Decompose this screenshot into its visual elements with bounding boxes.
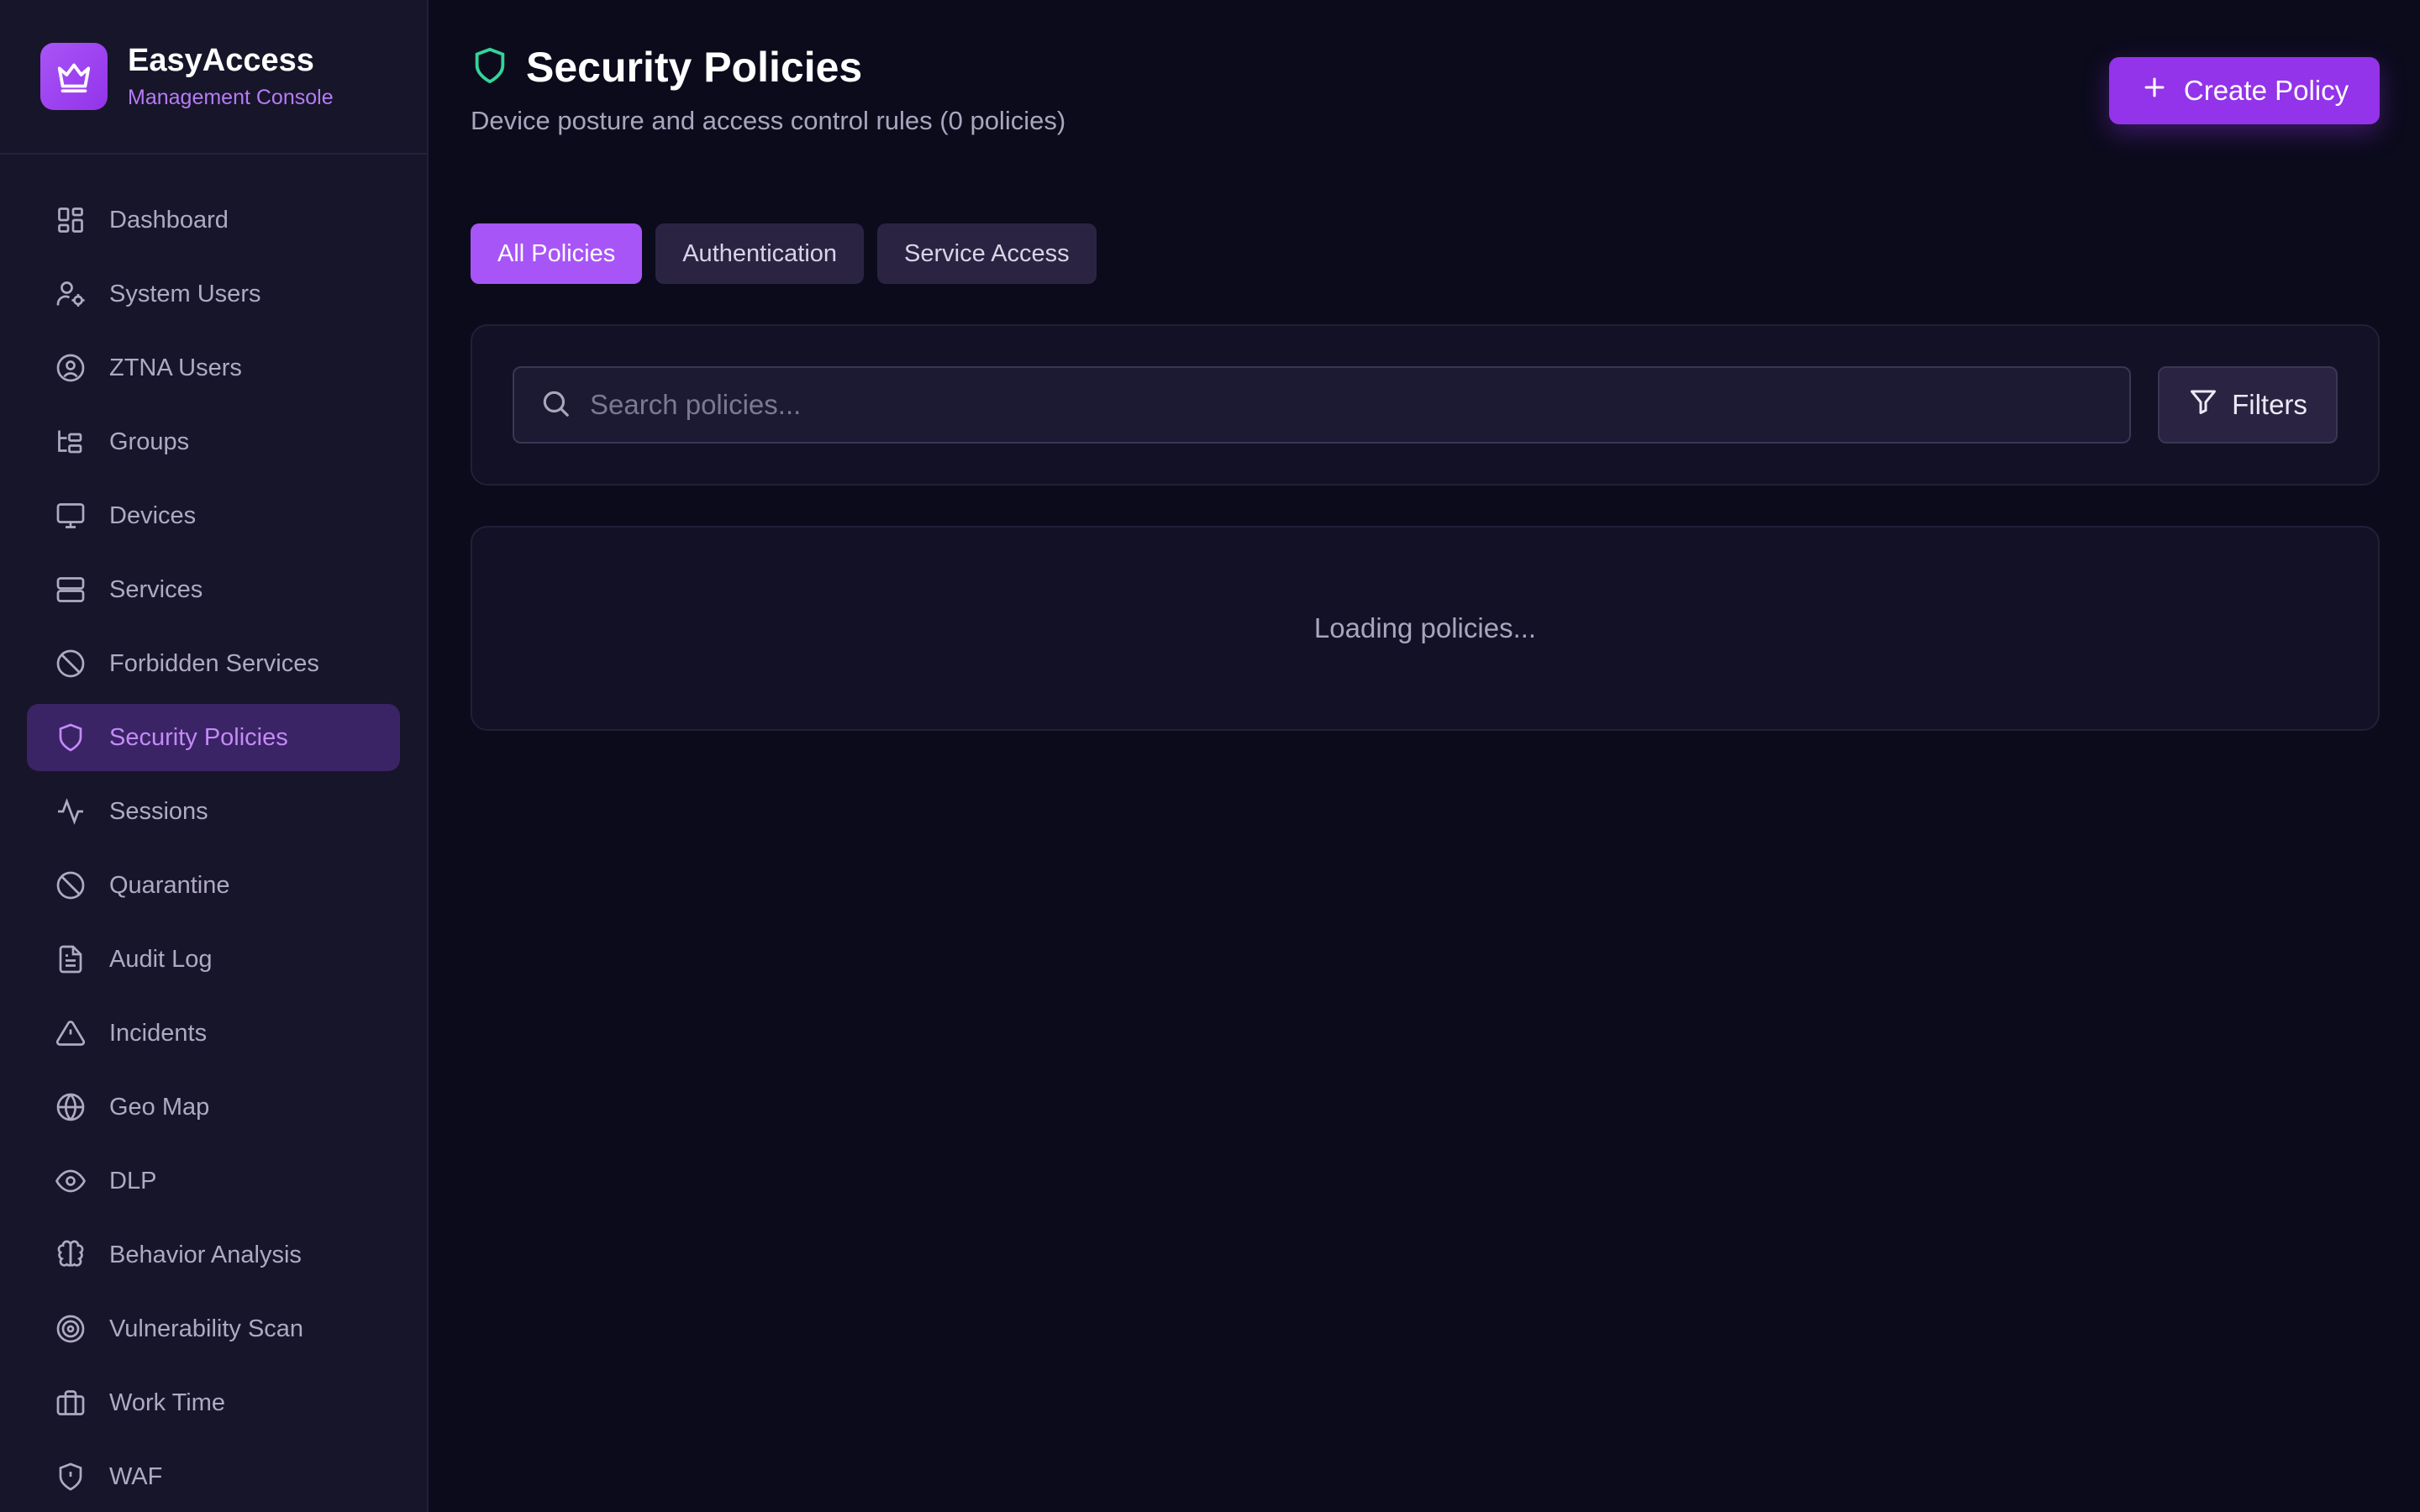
sidebar-item-ztna-users[interactable]: ZTNA Users: [27, 334, 400, 402]
sidebar-item-label: Work Time: [109, 1389, 226, 1416]
sidebar: EasyAccess Management Console Dashboard …: [0, 0, 429, 1512]
sidebar-item-incidents[interactable]: Incidents: [27, 1000, 400, 1067]
filters-label: Filters: [2232, 389, 2307, 420]
sidebar-item-label: Security Policies: [109, 723, 288, 751]
sidebar-item-label: Sessions: [109, 797, 208, 825]
sidebar-item-label: Behavior Analysis: [109, 1241, 302, 1268]
tab-service-access[interactable]: Service Access: [877, 223, 1097, 284]
app-root: EasyAccess Management Console Dashboard …: [0, 0, 2420, 1512]
crown-icon[interactable]: [40, 43, 108, 110]
sidebar-item-label: Groups: [109, 428, 190, 455]
briefcase-icon: [54, 1386, 87, 1420]
main-content: Security Policies Device posture and acc…: [429, 0, 2420, 1512]
folder-tree-icon: [54, 425, 87, 459]
sidebar-item-forbidden-services[interactable]: Forbidden Services: [27, 630, 400, 697]
activity-icon: [54, 795, 87, 828]
sidebar-item-label: Audit Log: [109, 945, 213, 973]
sidebar-item-waf[interactable]: WAF: [27, 1443, 400, 1510]
filters-button[interactable]: Filters: [2158, 366, 2338, 444]
sidebar-item-groups[interactable]: Groups: [27, 408, 400, 475]
sidebar-item-security-policies[interactable]: Security Policies: [27, 704, 400, 771]
user-circle-icon: [54, 351, 87, 385]
eye-icon: [54, 1164, 87, 1198]
sidebar-item-label: WAF: [109, 1462, 163, 1490]
sidebar-item-label: Devices: [109, 501, 197, 529]
sidebar-item-devices[interactable]: Devices: [27, 482, 400, 549]
sidebar-item-label: Quarantine: [109, 871, 230, 899]
create-policy-label: Create Policy: [2183, 75, 2349, 106]
server-icon: [54, 573, 87, 606]
sidebar-item-label: ZTNA Users: [109, 354, 242, 381]
sidebar-item-sessions[interactable]: Sessions: [27, 778, 400, 845]
plus-icon: [2140, 73, 2169, 108]
sidebar-item-label: System Users: [109, 280, 261, 307]
brand-header: EasyAccess Management Console: [0, 0, 427, 155]
page-subtitle: Device posture and access control rules …: [471, 106, 1066, 135]
sidebar-item-behavior-analysis[interactable]: Behavior Analysis: [27, 1221, 400, 1289]
shield-icon: [54, 721, 87, 754]
app-title: EasyAccess: [128, 43, 314, 78]
sidebar-item-system-users[interactable]: System Users: [27, 260, 400, 328]
sidebar-item-label: Services: [109, 575, 203, 603]
globe-icon: [54, 1090, 87, 1124]
sidebar-item-label: DLP: [109, 1167, 157, 1194]
ban-icon: [54, 869, 87, 902]
sidebar-item-audit-log[interactable]: Audit Log: [27, 926, 400, 993]
sidebar-item-work-time[interactable]: Work Time: [27, 1369, 400, 1436]
sidebar-item-services[interactable]: Services: [27, 556, 400, 623]
sidebar-item-label: Vulnerability Scan: [109, 1315, 304, 1342]
filter-icon: [2188, 386, 2218, 423]
shield-icon: [471, 46, 509, 89]
app-subtitle: Management Console: [128, 86, 334, 109]
sidebar-item-label: Dashboard: [109, 206, 229, 234]
search-input[interactable]: [590, 389, 2129, 421]
sidebar-item-label: Forbidden Services: [109, 649, 319, 677]
shield-alert-icon: [54, 1460, 87, 1494]
target-icon: [54, 1312, 87, 1346]
loading-message: Loading policies...: [1313, 612, 1537, 643]
sidebar-item-dlp[interactable]: DLP: [27, 1147, 400, 1215]
tab-authentication[interactable]: Authentication: [655, 223, 865, 284]
search-box: [513, 366, 2131, 444]
sidebar-item-dashboard[interactable]: Dashboard: [27, 186, 400, 254]
sidebar-item-label: Incidents: [109, 1019, 208, 1047]
brain-icon: [54, 1238, 87, 1272]
create-policy-button[interactable]: Create Policy: [2109, 57, 2380, 124]
sidebar-item-label: Geo Map: [109, 1093, 210, 1121]
user-cog-icon: [54, 277, 87, 311]
sidebar-nav: Dashboard System Users ZTNA Users Groups: [0, 155, 427, 1510]
policies-list: Loading policies...: [471, 526, 2380, 731]
page-header: Security Policies Device posture and acc…: [471, 42, 2380, 168]
policy-tabs: All Policies Authentication Service Acce…: [471, 223, 2380, 284]
monitor-icon: [54, 499, 87, 533]
alert-triangle-icon: [54, 1016, 87, 1050]
dashboard-icon: [54, 203, 87, 237]
sidebar-item-vulnerability-scan[interactable]: Vulnerability Scan: [27, 1295, 400, 1362]
page-title: Security Policies: [526, 44, 863, 91]
search-icon: [539, 387, 571, 423]
sidebar-item-geo-map[interactable]: Geo Map: [27, 1074, 400, 1141]
file-text-icon: [54, 942, 87, 976]
sidebar-item-quarantine[interactable]: Quarantine: [27, 852, 400, 919]
tab-all-policies[interactable]: All Policies: [471, 223, 643, 284]
ban-icon: [54, 647, 87, 680]
search-panel: Filters: [471, 324, 2380, 486]
